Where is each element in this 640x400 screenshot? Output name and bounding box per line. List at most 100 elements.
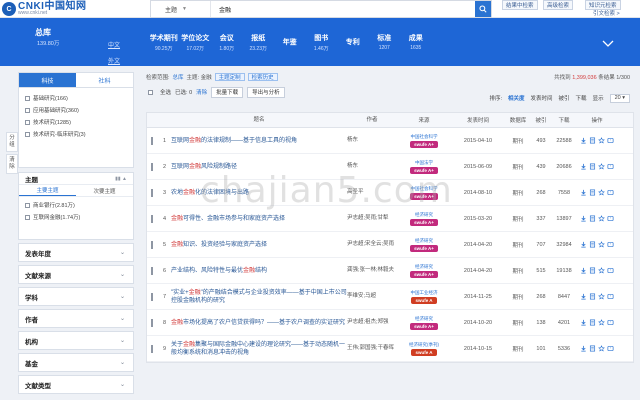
topic-custom-button[interactable]: 主题定制 bbox=[214, 73, 245, 81]
nav-item-journal[interactable]: 学术期刊 90.25万 bbox=[148, 18, 180, 66]
nav-item-book[interactable]: 图书 1.46万 bbox=[306, 18, 338, 66]
row-checkbox[interactable] bbox=[151, 344, 153, 353]
export-analysis-button[interactable]: 导出与分析 bbox=[247, 86, 285, 98]
list-item[interactable]: 互联网金融(1.74万) bbox=[25, 211, 127, 223]
row-checkbox[interactable] bbox=[151, 240, 153, 249]
quote-icon[interactable]: " bbox=[607, 345, 614, 352]
download-icon[interactable] bbox=[580, 163, 587, 170]
filter-fund[interactable]: 基金 ⌄ bbox=[18, 353, 134, 372]
filter-discipline[interactable]: 学科 ⌄ bbox=[18, 287, 134, 306]
star-icon[interactable] bbox=[598, 345, 605, 352]
page-size-select[interactable]: 20 ▾ bbox=[609, 93, 630, 103]
read-icon[interactable] bbox=[589, 215, 596, 222]
download-icon[interactable] bbox=[580, 345, 587, 352]
list-item[interactable]: 应用基础研究(360) bbox=[25, 104, 127, 116]
cite-count[interactable]: 515 bbox=[531, 268, 551, 274]
filter-institution[interactable]: 机构 ⌄ bbox=[18, 331, 134, 350]
article-title-link[interactable]: 互联网金融风险规制路径 bbox=[171, 163, 347, 171]
article-title-link[interactable]: "实业+金融"的产融结合模式与企业投资效率——基于中国上市公司控股金融机构的研究 bbox=[171, 289, 347, 305]
advanced-search-button[interactable]: 高级检索 bbox=[543, 0, 574, 10]
search-history-button[interactable]: 检索历史 bbox=[247, 73, 278, 81]
checkbox[interactable] bbox=[25, 202, 30, 208]
source-link[interactable]: 经济研究 bbox=[415, 212, 433, 218]
cite-count[interactable]: 138 bbox=[531, 320, 551, 326]
checkbox[interactable] bbox=[25, 119, 30, 125]
article-title-link[interactable]: 农地金融化的法律困境与出路 bbox=[171, 189, 347, 197]
download-icon[interactable] bbox=[580, 319, 587, 326]
quote-icon[interactable]: " bbox=[607, 137, 614, 144]
row-checkbox[interactable] bbox=[151, 266, 153, 275]
star-icon[interactable] bbox=[598, 137, 605, 144]
nav-item-thesis[interactable]: 学位论文 17.02万 bbox=[180, 18, 212, 66]
star-icon[interactable] bbox=[598, 267, 605, 274]
article-title-link[interactable]: 金融可得性、金融市场参与和家庭资产选择 bbox=[171, 215, 347, 223]
list-item[interactable]: 技术研究-临床研究(3) bbox=[25, 128, 127, 140]
chart-icon[interactable]: ▮▮ ▲ bbox=[115, 176, 127, 182]
quote-icon[interactable]: " bbox=[607, 215, 614, 222]
row-checkbox[interactable] bbox=[151, 188, 153, 197]
quote-icon[interactable]: " bbox=[607, 241, 614, 248]
select-all-checkbox[interactable] bbox=[148, 89, 153, 95]
cnki-logo[interactable]: C CNKI中国知网 www.cnki.net bbox=[2, 1, 112, 17]
database-title[interactable]: 总库 bbox=[35, 27, 51, 38]
filter-publish-year[interactable]: 发表年度 ⌄ bbox=[18, 243, 134, 262]
source-link[interactable]: 中国社会科学 bbox=[411, 186, 438, 192]
checkbox[interactable] bbox=[25, 107, 30, 113]
author-link[interactable]: 尹志超;吴雨;甘犁 bbox=[347, 215, 397, 222]
tab-main-topic[interactable]: 主要主题 bbox=[19, 185, 76, 196]
tab-secondary-topic[interactable]: 次要主题 bbox=[76, 185, 133, 196]
cite-count[interactable]: 707 bbox=[531, 242, 551, 248]
cite-count[interactable]: 337 bbox=[531, 216, 551, 222]
row-checkbox[interactable] bbox=[151, 318, 153, 327]
read-icon[interactable] bbox=[589, 241, 596, 248]
author-link[interactable]: 李维安;马超 bbox=[347, 293, 397, 300]
source-link[interactable]: 经济研究(季刊) bbox=[409, 342, 439, 348]
article-title-link[interactable]: 产业结构、风险特性与最优金融结构 bbox=[171, 267, 347, 275]
star-icon[interactable] bbox=[598, 215, 605, 222]
download-icon[interactable] bbox=[580, 241, 587, 248]
quote-icon[interactable]: " bbox=[607, 267, 614, 274]
sort-relevance[interactable]: 相关度 bbox=[508, 94, 525, 102]
row-checkbox[interactable] bbox=[151, 136, 153, 145]
citation-search-link[interactable]: 引文检索 > bbox=[593, 9, 620, 17]
download-icon[interactable] bbox=[580, 293, 587, 300]
tab-social-science[interactable]: 社科 bbox=[76, 73, 133, 87]
quote-icon[interactable]: " bbox=[607, 189, 614, 196]
foreign-link[interactable]: 外文 bbox=[108, 56, 120, 65]
list-item[interactable]: 技术研究(1285) bbox=[25, 116, 127, 128]
results-search-button[interactable]: 结果中检索 bbox=[502, 0, 538, 10]
read-icon[interactable] bbox=[589, 345, 596, 352]
source-link[interactable]: 经济研究 bbox=[415, 316, 433, 322]
source-link[interactable]: 中国法学 bbox=[415, 160, 433, 166]
cite-count[interactable]: 439 bbox=[531, 164, 551, 170]
download-icon[interactable] bbox=[580, 267, 587, 274]
star-icon[interactable] bbox=[598, 163, 605, 170]
chinese-link[interactable]: 中文 bbox=[108, 40, 120, 49]
read-icon[interactable] bbox=[589, 137, 596, 144]
checkbox[interactable] bbox=[25, 214, 30, 220]
read-icon[interactable] bbox=[589, 319, 596, 326]
cite-count[interactable]: 493 bbox=[531, 138, 551, 144]
author-link[interactable]: 尹志超;祖杰;郑强 bbox=[347, 319, 397, 326]
download-icon[interactable] bbox=[580, 215, 587, 222]
filter-source[interactable]: 文献来源 ⌄ bbox=[18, 265, 134, 284]
group-tab[interactable]: 分组 bbox=[6, 132, 18, 152]
list-item[interactable]: 商业银行(2.81万) bbox=[25, 199, 127, 211]
checkbox[interactable] bbox=[25, 95, 30, 101]
row-checkbox[interactable] bbox=[151, 162, 153, 171]
crumb-scope[interactable]: 总库 bbox=[173, 73, 184, 81]
source-link[interactable]: 经济研究 bbox=[415, 238, 433, 244]
cite-count[interactable]: 101 bbox=[531, 346, 551, 352]
quote-icon[interactable]: " bbox=[607, 319, 614, 326]
download-icon[interactable] bbox=[580, 189, 587, 196]
source-link[interactable]: 中国工业经济 bbox=[411, 290, 438, 296]
cite-count[interactable]: 268 bbox=[531, 294, 551, 300]
row-checkbox[interactable] bbox=[151, 214, 153, 223]
search-scope-select[interactable]: 主题 ▼ bbox=[151, 1, 211, 17]
article-title-link[interactable]: 互联网金融的法律规制——基于信息工具的视角 bbox=[171, 137, 347, 145]
cite-count[interactable]: 268 bbox=[531, 190, 551, 196]
nav-item-yearbook[interactable]: 年鉴 bbox=[274, 18, 306, 66]
author-link[interactable]: 高圣平 bbox=[347, 189, 397, 196]
nav-item-patent[interactable]: 专利 bbox=[337, 18, 369, 66]
clear-tab[interactable]: 清除 bbox=[6, 154, 18, 174]
